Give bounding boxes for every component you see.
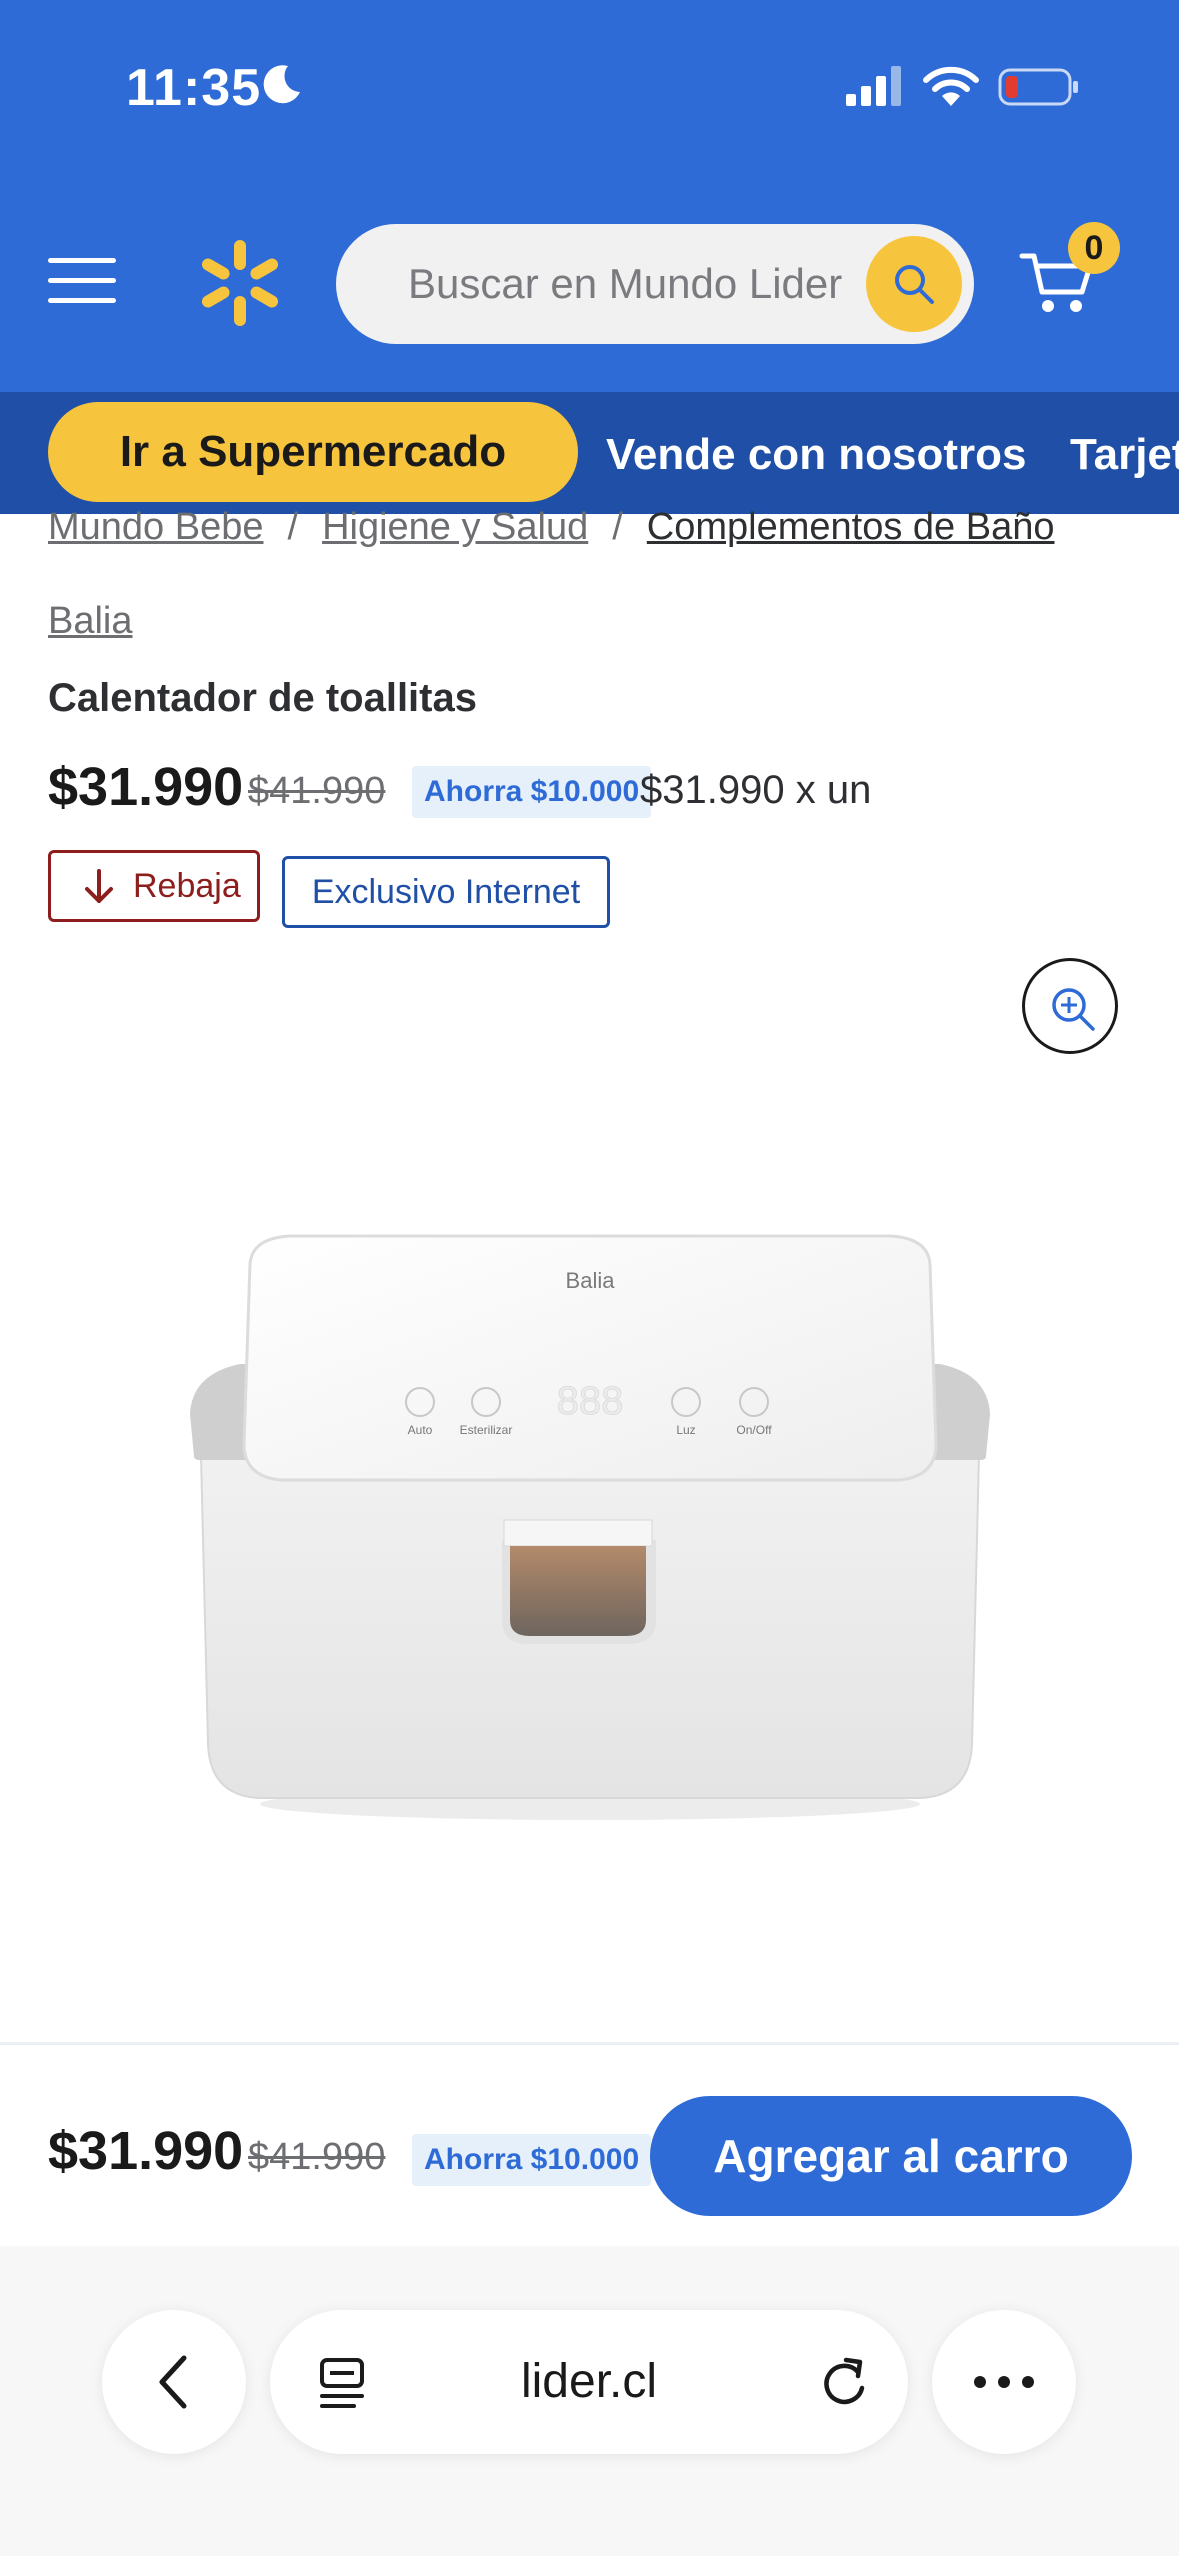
header: 11:35 Buscar en Mundo Lider 0 xyxy=(0,0,1179,392)
menu-icon xyxy=(48,258,116,263)
search-bar xyxy=(336,224,974,344)
current-price: $31.990 xyxy=(48,757,244,817)
search-input[interactable] xyxy=(408,254,858,314)
nav-link-card[interactable]: Tarjeta xyxy=(1070,430,1179,480)
search-button[interactable] xyxy=(866,236,962,332)
zoom-in-icon xyxy=(1052,988,1095,1031)
svg-text:On/Off: On/Off xyxy=(736,1423,772,1437)
nav-link-sell[interactable]: Vende con nosotros xyxy=(606,430,1027,480)
unit-price: $31.990 x un xyxy=(640,768,872,812)
bottom-current-price: $31.990 xyxy=(48,2121,244,2181)
more-icon xyxy=(974,2376,986,2388)
battery-icon xyxy=(998,68,1078,106)
exclusive-tag: Exclusivo Internet xyxy=(282,856,610,928)
brand-link[interactable]: Balia xyxy=(48,600,133,643)
menu-button[interactable] xyxy=(48,252,118,308)
supermarket-button[interactable]: Ir a Supermercado xyxy=(48,402,578,502)
bottom-savings-badge: Ahorra $10.000 xyxy=(412,2134,652,2186)
product-title: Calentador de toallitas xyxy=(48,676,477,720)
breadcrumb-item-current[interactable]: Complementos de Baño xyxy=(647,506,1055,548)
status-time: 11:35 xyxy=(126,59,262,117)
spark-logo-icon[interactable] xyxy=(198,238,282,328)
add-to-cart-button[interactable]: Agregar al carro xyxy=(650,2096,1132,2216)
address-bar[interactable]: lider.cl xyxy=(270,2310,908,2454)
reload-icon[interactable] xyxy=(816,2354,872,2410)
more-button[interactable] xyxy=(932,2310,1076,2454)
signal-icon xyxy=(846,66,901,106)
svg-text:Luz: Luz xyxy=(676,1423,695,1437)
arrow-down-icon xyxy=(85,869,113,903)
rebaja-tag: Rebaja xyxy=(48,850,260,922)
breadcrumb-item[interactable]: Mundo Bebe xyxy=(48,506,264,548)
moon-icon xyxy=(263,65,300,104)
url-text: lider.cl xyxy=(520,2355,658,2408)
chevron-left-icon xyxy=(159,2355,187,2409)
breadcrumb: Mundo Bebe / Higiene y Salud / Complementos … xyxy=(48,506,1055,548)
search-icon xyxy=(895,265,934,304)
product-image[interactable]: Balia Auto Esterilizar 888 Luz On/Off xyxy=(180,1224,1000,1824)
wifi-icon xyxy=(923,66,979,106)
old-price: $41.990 xyxy=(248,770,386,812)
zoom-button[interactable] xyxy=(1022,958,1118,1054)
product-logo-text: Balia xyxy=(566,1268,616,1293)
svg-text:Esterilizar: Esterilizar xyxy=(460,1423,513,1437)
cart-count-badge: 0 xyxy=(1068,222,1120,274)
breadcrumb-item[interactable]: Higiene y Salud xyxy=(322,506,588,548)
sub-navigation: Ir a Supermercado Vende con nosotros Tar… xyxy=(0,392,1179,514)
svg-text:888: 888 xyxy=(557,1379,624,1423)
savings-badge: Ahorra $10.000 xyxy=(412,766,652,818)
divider xyxy=(0,2042,1179,2045)
back-button[interactable] xyxy=(102,2310,246,2454)
bottom-old-price: $41.990 xyxy=(248,2136,386,2178)
rebaja-label: Rebaja xyxy=(133,867,241,905)
svg-text:Auto: Auto xyxy=(408,1423,433,1437)
